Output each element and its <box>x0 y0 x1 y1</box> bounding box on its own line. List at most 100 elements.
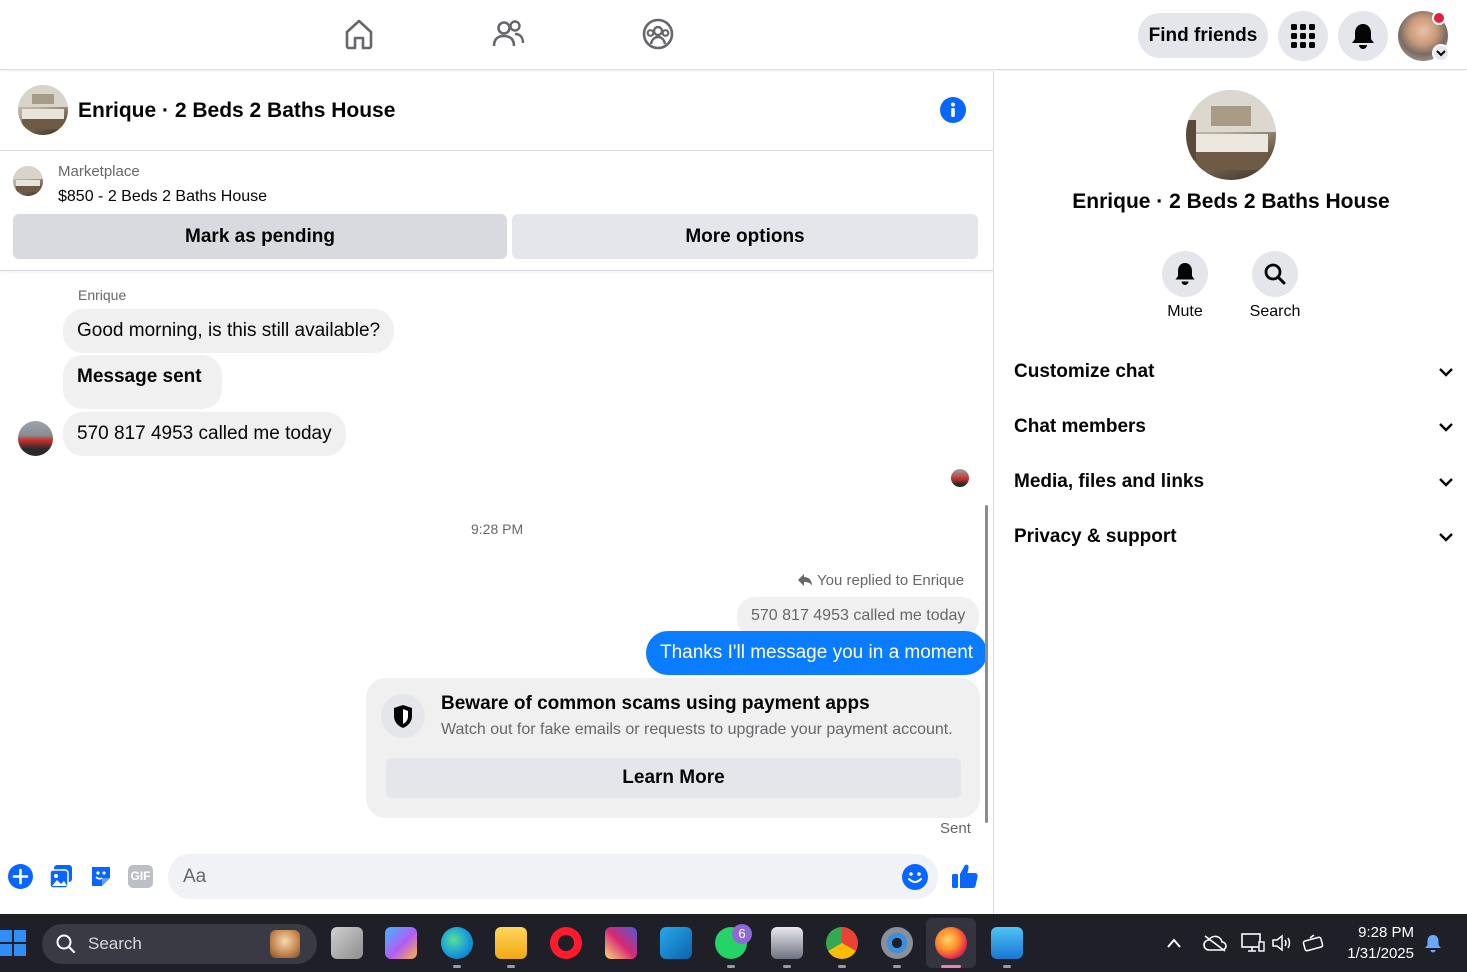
section-label: Media, files and links <box>1014 471 1205 492</box>
onedrive-icon[interactable] <box>1203 934 1227 957</box>
thread-scrollbar[interactable] <box>985 505 988 823</box>
home-icon[interactable] <box>342 17 376 51</box>
message-status: Sent <box>940 820 971 837</box>
message-input[interactable]: Aa <box>168 854 938 899</box>
windows-start-icon[interactable] <box>0 930 26 961</box>
grid-icon <box>1291 24 1315 48</box>
network-icon[interactable] <box>1241 933 1265 958</box>
taskbar-search-box[interactable]: Search <box>42 924 317 964</box>
marketplace-banner: Marketplace $850 - 2 Beds 2 Baths House … <box>0 151 993 271</box>
chrome-icon[interactable] <box>826 927 858 959</box>
section-chat-members[interactable]: Chat members <box>1014 407 1454 447</box>
read-receipt-avatar <box>951 469 969 487</box>
section-label: Privacy & support <box>1014 526 1177 547</box>
conversation-title[interactable]: Enrique · 2 Beds 2 Baths House <box>78 99 395 123</box>
gif-icon[interactable]: GIF <box>128 865 153 888</box>
running-indicator <box>838 965 846 968</box>
running-indicator <box>507 965 515 968</box>
incoming-message[interactable]: Message sent <box>63 355 222 409</box>
chevron-down-icon <box>1439 368 1453 377</box>
mute-label: Mute <box>1167 303 1203 320</box>
notepad-icon[interactable] <box>991 927 1023 959</box>
more-options-button[interactable]: More options <box>512 214 978 259</box>
settings-icon[interactable] <box>881 927 913 959</box>
notification-bell-icon[interactable] <box>1424 934 1442 959</box>
clock-time[interactable]: 9:28 PM <box>1340 924 1414 941</box>
incoming-message[interactable]: 570 817 4953 called me today <box>63 412 346 456</box>
learn-more-button[interactable]: Learn More <box>386 758 961 798</box>
sticker-icon[interactable] <box>89 864 113 894</box>
details-avatar[interactable] <box>1186 90 1276 180</box>
search-highlight-icon <box>270 930 300 958</box>
battery-icon[interactable] <box>1302 934 1326 957</box>
taskbar-search-label: Search <box>88 934 142 953</box>
listing-title[interactable]: $850 - 2 Beds 2 Baths House <box>58 188 267 206</box>
chevron-down-icon <box>1439 478 1453 487</box>
windows-taskbar: Search 6 9:28 PM 1/31/2025 <box>0 914 1467 972</box>
section-label: Customize chat <box>1014 361 1155 382</box>
bell-icon <box>1352 24 1374 49</box>
outgoing-message[interactable]: Thanks I'll message you in a moment <box>646 631 988 675</box>
emoji-icon[interactable] <box>902 864 928 890</box>
task-view-icon[interactable] <box>331 927 363 959</box>
chevron-down-icon <box>1439 423 1453 432</box>
plus-icon[interactable] <box>8 864 33 889</box>
app-icon[interactable] <box>771 927 803 959</box>
bell-icon <box>1175 263 1195 285</box>
top-navigation-bar: Find friends <box>0 0 1467 70</box>
details-title: Enrique · 2 Beds 2 Baths House <box>1072 190 1390 213</box>
sender-name: Enrique <box>78 287 127 303</box>
file-explorer-icon[interactable] <box>495 927 527 959</box>
section-privacy-support[interactable]: Privacy & support <box>1014 517 1454 557</box>
friends-icon[interactable] <box>491 17 525 51</box>
opera-icon[interactable] <box>550 927 582 959</box>
edge-icon[interactable] <box>441 927 473 959</box>
chevron-down-icon <box>1439 533 1453 542</box>
search-conversation-button[interactable] <box>1252 251 1298 297</box>
mark-as-pending-button[interactable]: Mark as pending <box>13 214 507 259</box>
sender-avatar[interactable] <box>18 421 53 456</box>
marketplace-label: Marketplace <box>58 163 140 180</box>
shield-icon <box>381 694 425 738</box>
menu-grid-button[interactable] <box>1278 11 1328 61</box>
section-media-files-links[interactable]: Media, files and links <box>1014 462 1454 502</box>
search-icon <box>56 934 76 954</box>
whatsapp-badge: 6 <box>732 924 752 944</box>
scam-warning-card: Beware of common scams using payment app… <box>366 678 980 818</box>
mute-button[interactable] <box>1162 251 1208 297</box>
running-indicator <box>893 965 901 968</box>
scam-warning-title: Beware of common scams using payment app… <box>441 693 870 714</box>
like-icon[interactable] <box>951 862 979 895</box>
firefox-active-tile[interactable] <box>926 918 976 968</box>
message-timestamp: 9:28 PM <box>471 521 524 537</box>
reply-arrow-icon <box>797 573 813 592</box>
replied-label: You replied to Enrique <box>817 572 965 589</box>
section-label: Chat members <box>1014 416 1146 437</box>
outlook-icon[interactable] <box>660 927 692 959</box>
notifications-button[interactable] <box>1338 11 1388 61</box>
incoming-message[interactable]: Good morning, is this still available? <box>63 309 395 353</box>
conversation-details-panel: Enrique · 2 Beds 2 Baths House Mute Sear… <box>993 71 1467 914</box>
running-indicator <box>727 965 735 968</box>
clock-date[interactable]: 1/31/2025 <box>1334 945 1414 962</box>
message-input-placeholder: Aa <box>183 866 207 887</box>
chevron-up-icon[interactable] <box>1166 936 1182 954</box>
chat-header: Enrique · 2 Beds 2 Baths House <box>0 71 993 151</box>
copilot-icon[interactable] <box>385 927 417 959</box>
search-icon <box>1264 263 1286 285</box>
instagram-icon[interactable] <box>605 927 637 959</box>
groups-icon[interactable] <box>641 17 675 51</box>
photo-icon[interactable] <box>49 864 73 894</box>
listing-thumbnail[interactable] <box>13 166 43 196</box>
info-icon[interactable] <box>940 97 966 123</box>
running-indicator <box>453 965 461 968</box>
notification-dot <box>1432 11 1446 25</box>
volume-icon[interactable] <box>1271 934 1293 957</box>
active-indicator <box>941 965 961 968</box>
search-label: Search <box>1249 303 1301 320</box>
conversation-avatar[interactable] <box>18 85 68 135</box>
running-indicator <box>783 965 791 968</box>
find-friends-button[interactable]: Find friends <box>1138 13 1268 58</box>
section-customize-chat[interactable]: Customize chat <box>1014 352 1454 392</box>
account-chevron-icon[interactable] <box>1432 44 1450 62</box>
